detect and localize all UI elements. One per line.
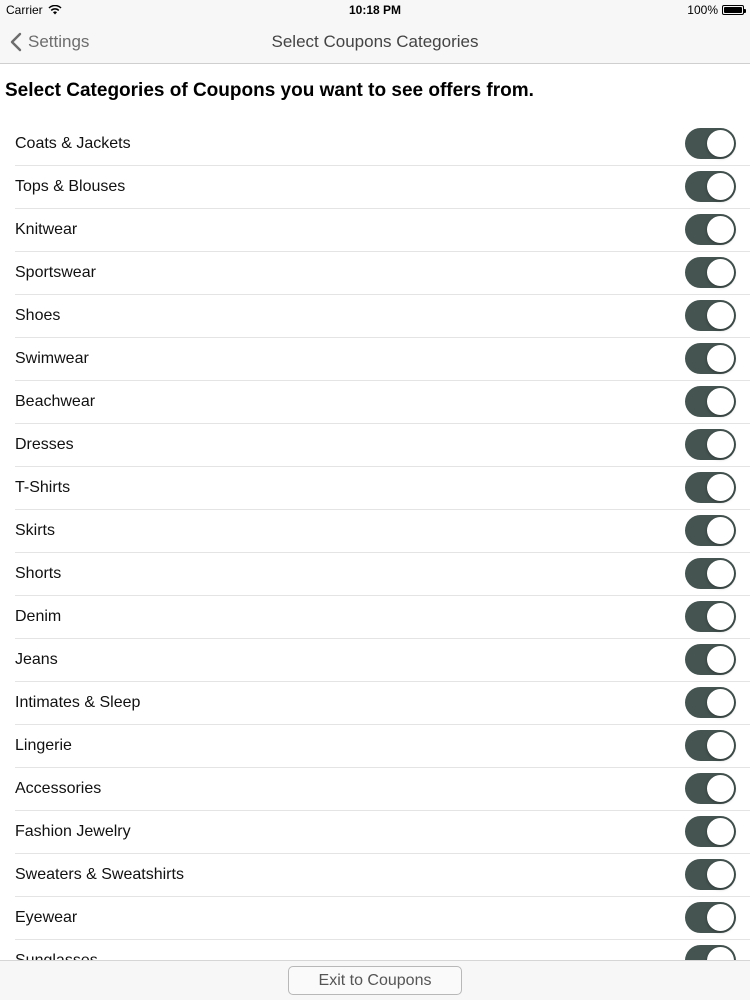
category-label: Shoes — [15, 307, 61, 324]
toggle-knob — [707, 517, 734, 544]
category-row: Coats & Jackets — [15, 123, 750, 166]
category-label: Denim — [15, 608, 62, 625]
category-row: Sunglasses — [15, 940, 750, 960]
category-label: Fashion Jewelry — [15, 823, 131, 840]
toggle-knob — [707, 302, 734, 329]
battery-percent: 100% — [687, 3, 718, 17]
category-toggle-switch[interactable] — [685, 171, 736, 202]
category-row: Intimates & Sleep — [15, 682, 750, 725]
status-right: 100% — [687, 3, 746, 17]
category-toggle-switch[interactable] — [685, 859, 736, 890]
toggle-knob — [707, 603, 734, 630]
category-toggle-switch[interactable] — [685, 730, 736, 761]
category-label: Coats & Jackets — [15, 135, 131, 152]
category-label: T-Shirts — [15, 479, 71, 496]
category-label: Eyewear — [15, 909, 78, 926]
toggle-knob — [707, 474, 734, 501]
toggle-knob — [707, 130, 734, 157]
status-bar: Carrier 10:18 PM 100% — [0, 0, 750, 20]
category-toggle-switch[interactable] — [685, 644, 736, 675]
category-row: Tops & Blouses — [15, 166, 750, 209]
status-time: 10:18 PM — [348, 3, 402, 17]
category-label: Beachwear — [15, 393, 96, 410]
toggle-knob — [707, 388, 734, 415]
category-row: Shoes — [15, 295, 750, 338]
category-row: Knitwear — [15, 209, 750, 252]
category-label: Sweaters & Sweatshirts — [15, 866, 184, 883]
toggle-knob — [707, 173, 734, 200]
category-toggle-switch[interactable] — [685, 902, 736, 933]
category-toggle-switch[interactable] — [685, 816, 736, 847]
category-row: Skirts — [15, 510, 750, 553]
toggle-knob — [707, 732, 734, 759]
category-row: T-Shirts — [15, 467, 750, 510]
category-toggle-switch[interactable] — [685, 601, 736, 632]
battery-icon — [722, 5, 746, 15]
bottom-bar: Exit to Coupons — [0, 960, 750, 1000]
page-title: Select Coupons Categories — [271, 32, 479, 51]
toggle-knob — [707, 560, 734, 587]
category-label: Accessories — [15, 780, 102, 797]
category-label: Sportswear — [15, 264, 96, 281]
category-toggle-switch[interactable] — [685, 214, 736, 245]
category-toggle-switch[interactable] — [685, 257, 736, 288]
back-button[interactable]: Settings — [10, 20, 89, 64]
category-row: Lingerie — [15, 725, 750, 768]
category-label: Knitwear — [15, 221, 78, 238]
toggle-knob — [707, 818, 734, 845]
category-toggle-switch[interactable] — [685, 558, 736, 589]
category-label: Tops & Blouses — [15, 178, 126, 195]
toggle-knob — [707, 259, 734, 286]
category-row: Sweaters & Sweatshirts — [15, 854, 750, 897]
toggle-knob — [707, 431, 734, 458]
toggle-knob — [707, 216, 734, 243]
category-toggle-switch[interactable] — [685, 386, 736, 417]
category-row: Jeans — [15, 639, 750, 682]
category-toggle-switch[interactable] — [685, 429, 736, 460]
category-toggle-switch[interactable] — [685, 128, 736, 159]
content-scroll-area[interactable]: Select Categories of Coupons you want to… — [0, 64, 750, 960]
navigation-bar: Settings Select Coupons Categories — [0, 20, 750, 64]
back-button-label: Settings — [28, 32, 90, 51]
category-toggle-switch[interactable] — [685, 945, 736, 960]
category-label: Lingerie — [15, 737, 72, 754]
category-label: Dresses — [15, 436, 74, 453]
toggle-knob — [707, 904, 734, 931]
toggle-knob — [707, 775, 734, 802]
category-row: Sportswear — [15, 252, 750, 295]
category-toggle-switch[interactable] — [685, 515, 736, 546]
category-toggle-switch[interactable] — [685, 687, 736, 718]
toggle-knob — [707, 861, 734, 888]
category-toggle-switch[interactable] — [685, 773, 736, 804]
category-row: Fashion Jewelry — [15, 811, 750, 854]
category-label: Swimwear — [15, 350, 89, 367]
toggle-knob — [707, 345, 734, 372]
category-label: Sunglasses — [15, 940, 98, 960]
category-toggle-switch[interactable] — [685, 343, 736, 374]
category-list: Coats & Jackets Tops & Blouses Knitwear Spo… — [0, 123, 750, 960]
category-label: Shorts — [15, 565, 62, 582]
category-toggle-switch[interactable] — [685, 300, 736, 331]
category-row: Beachwear — [15, 381, 750, 424]
category-row: Swimwear — [15, 338, 750, 381]
toggle-knob — [707, 689, 734, 716]
chevron-left-icon — [10, 32, 22, 52]
toggle-knob — [707, 947, 734, 960]
category-label: Intimates & Sleep — [15, 694, 141, 711]
toggle-knob — [707, 646, 734, 673]
category-row: Accessories — [15, 768, 750, 811]
category-row: Eyewear — [15, 897, 750, 940]
category-label: Skirts — [15, 522, 55, 539]
category-label: Jeans — [15, 651, 58, 668]
category-row: Denim — [15, 596, 750, 639]
category-toggle-switch[interactable] — [685, 472, 736, 503]
exit-to-coupons-button[interactable]: Exit to Coupons — [288, 966, 462, 995]
category-row: Dresses — [15, 424, 750, 467]
category-row: Shorts — [15, 553, 750, 596]
section-heading: Select Categories of Coupons you want to… — [5, 80, 534, 101]
